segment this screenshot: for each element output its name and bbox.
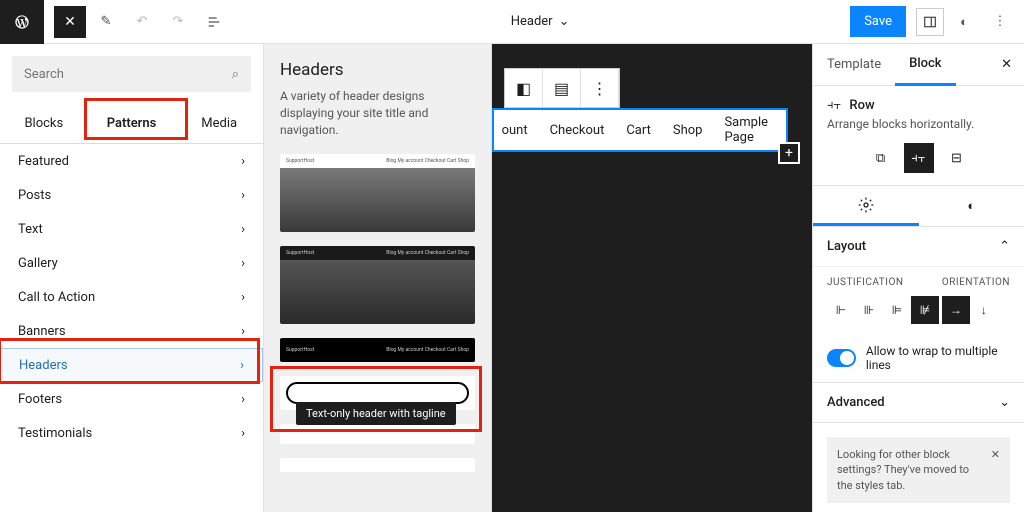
tab-media[interactable]: Media (175, 104, 263, 143)
cat-footers[interactable]: Footers› (0, 382, 263, 416)
block-toolbar: ◧ ▤ ⋮ (504, 68, 620, 108)
orient-horizontal[interactable]: → (942, 296, 970, 324)
orient-vertical[interactable]: ↓ (970, 296, 998, 324)
chevron-down-icon: ⌄ (559, 14, 570, 29)
settings-notice: Looking for other block settings? They'v… (827, 437, 1010, 503)
patterns-title: Headers (280, 60, 475, 80)
layout-heading[interactable]: Layout (827, 239, 866, 254)
pattern-thumb[interactable]: SupportHostBlog My account Checkout Cart… (280, 338, 475, 362)
close-sidebar[interactable]: ✕ (989, 57, 1024, 72)
cat-banners[interactable]: Banners› (0, 314, 263, 348)
cat-gallery[interactable]: Gallery› (0, 246, 263, 280)
search-input[interactable]: Search ⌕ (12, 56, 251, 92)
nav-item[interactable]: Checkout (550, 123, 605, 138)
justify-right[interactable]: ⊫ (883, 296, 911, 324)
cat-cta[interactable]: Call to Action› (0, 280, 263, 314)
tab-template[interactable]: Template (813, 44, 895, 86)
styles-icon[interactable]: ◐ (948, 6, 980, 38)
justify-center[interactable]: ⊪ (855, 296, 883, 324)
wp-logo[interactable] (0, 0, 44, 44)
toolbar-more[interactable]: ⋮ (581, 69, 619, 107)
patterns-desc: A variety of header designs displaying y… (280, 88, 475, 138)
cat-testimonials[interactable]: Testimonials› (0, 416, 263, 450)
justify-space[interactable]: ⊯ (911, 296, 939, 324)
cat-headers[interactable]: Headers› (0, 348, 263, 382)
pattern-thumb[interactable] (280, 424, 475, 444)
transform-group[interactable]: ⧉ (866, 143, 896, 173)
list-view-icon[interactable] (198, 6, 230, 38)
undo-icon[interactable]: ↶ (126, 6, 158, 38)
styles-tab[interactable]: ◐ (919, 186, 1024, 226)
dismiss-notice[interactable]: ✕ (991, 447, 1000, 493)
nav-item[interactable]: ount (502, 123, 528, 138)
document-title[interactable]: Header (511, 14, 553, 29)
cat-posts[interactable]: Posts› (0, 178, 263, 212)
chevron-up-icon: ⌃ (999, 239, 1010, 254)
cat-text[interactable]: Text› (0, 212, 263, 246)
nav-item[interactable]: Shop (673, 123, 703, 138)
advanced-heading[interactable]: Advanced (827, 395, 885, 410)
close-button[interactable]: ✕ (54, 6, 86, 38)
header-block[interactable]: ount Checkout Cart Shop Sample Page (492, 108, 788, 152)
tab-block[interactable]: Block (895, 44, 955, 86)
toolbar-btn[interactable]: ▤ (543, 69, 581, 107)
edit-icon[interactable]: ✎ (90, 6, 122, 38)
redo-icon[interactable]: ↷ (162, 6, 194, 38)
tab-patterns[interactable]: Patterns (88, 104, 176, 143)
nav-item[interactable]: Cart (626, 123, 651, 138)
transform-stack[interactable]: ⊟ (942, 143, 972, 173)
pattern-tooltip: Text-only header with tagline (296, 402, 456, 425)
tab-blocks[interactable]: Blocks (0, 104, 88, 143)
wrap-label: Allow to wrap to multiple lines (866, 344, 1010, 372)
toolbar-btn[interactable]: ◧ (505, 69, 543, 107)
chevron-down-icon: ⌄ (999, 395, 1010, 410)
row-icon: ⫞⫟ (827, 98, 841, 113)
add-block-button[interactable]: + (778, 142, 800, 164)
block-type: Row (849, 98, 874, 113)
pattern-thumb[interactable] (280, 458, 475, 472)
block-desc: Arrange blocks horizontally. (827, 117, 1010, 131)
justify-left[interactable]: ⊩ (827, 296, 855, 324)
save-button[interactable]: Save (850, 6, 906, 37)
more-icon[interactable]: ⋮ (984, 6, 1016, 38)
pattern-thumb[interactable]: SupportHostBlog My account Checkout Cart… (280, 154, 475, 232)
justification-label: JUSTIFICATION (827, 277, 939, 288)
settings-tab[interactable] (813, 186, 919, 226)
orientation-label: ORIENTATION (942, 277, 1010, 288)
transform-row[interactable]: ⫞⫟ (904, 143, 934, 173)
search-icon: ⌕ (232, 67, 239, 82)
pattern-thumb[interactable]: SupportHostBlog My account Checkout Cart… (280, 246, 475, 324)
nav-item[interactable]: Sample Page (724, 115, 768, 145)
wrap-toggle[interactable] (827, 349, 856, 367)
sidebar-toggle-icon[interactable] (916, 8, 944, 36)
cat-featured[interactable]: Featured› (0, 144, 263, 178)
